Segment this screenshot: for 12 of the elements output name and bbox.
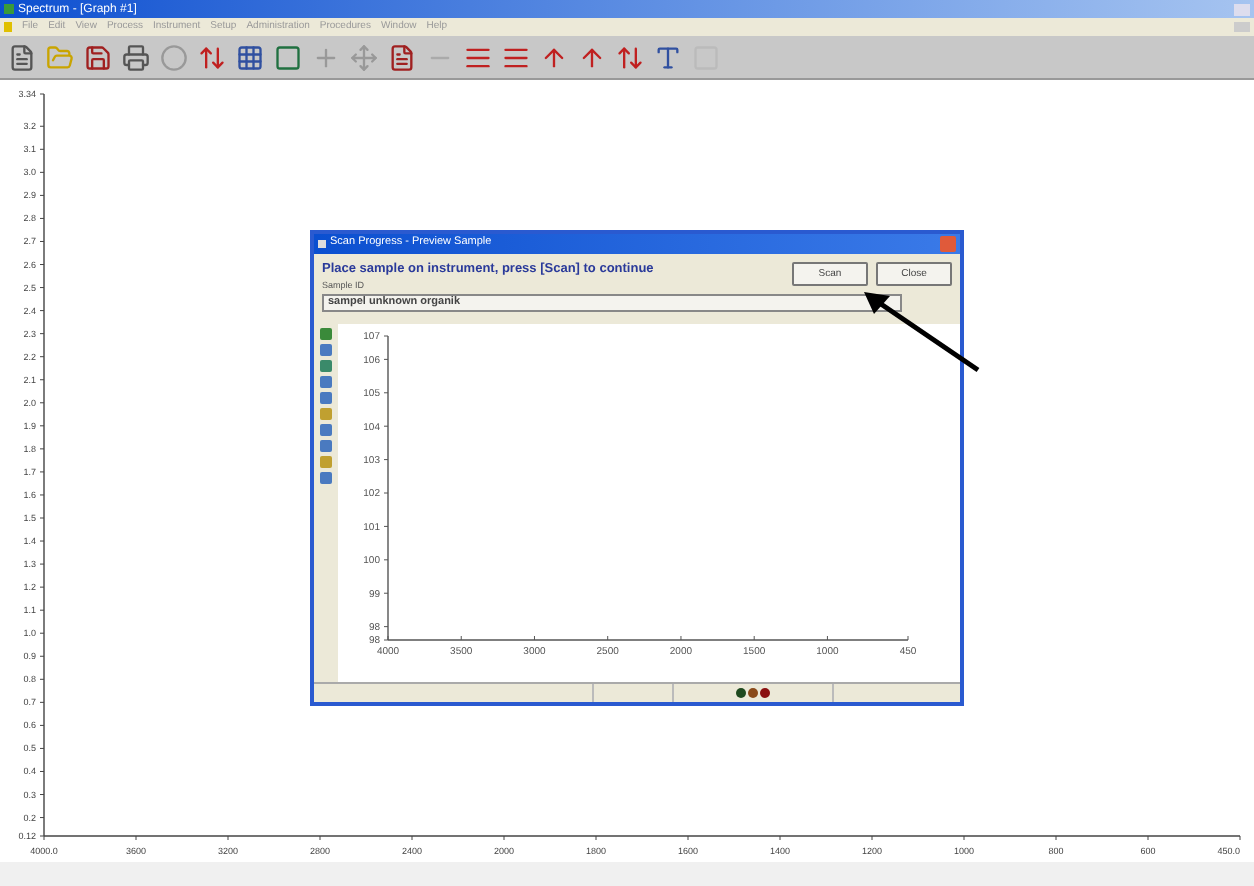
pointer-arrow: [862, 290, 982, 374]
square-icon[interactable]: [274, 43, 302, 71]
text-icon[interactable]: [654, 43, 682, 71]
up-arrows-icon[interactable]: [540, 43, 568, 71]
up-arrows-icon[interactable]: [578, 43, 606, 71]
printer-icon[interactable]: [122, 43, 150, 71]
window-icon: [318, 240, 326, 248]
lines-icon[interactable]: [464, 43, 492, 71]
lines-icon[interactable]: [502, 43, 530, 71]
report-icon[interactable]: [388, 43, 416, 71]
app-icon: [4, 4, 14, 14]
grid-icon[interactable]: [236, 43, 264, 71]
